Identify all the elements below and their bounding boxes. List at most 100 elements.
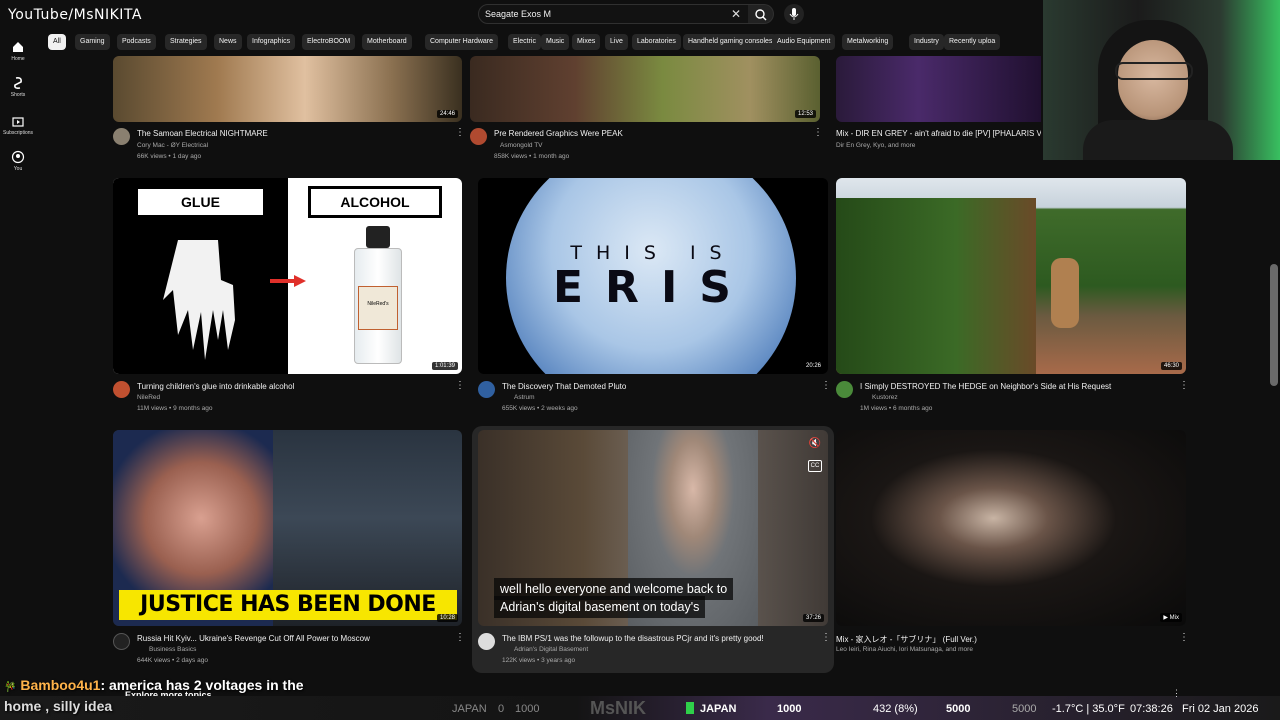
video-thumbnail[interactable]: JUSTICE HAS BEEN DONE 10:28 [113,430,462,626]
video-thumbnail[interactable]: GLUE ALCOHOL NileRed's 1:01:39 [113,178,462,374]
chat-username: Bamboo4u1 [20,677,101,693]
channel-avatar[interactable] [113,633,130,650]
video-thumbnail[interactable]: 24:46 [113,56,462,122]
clear-icon[interactable]: ✕ [728,6,744,22]
video-meta: 644K views • 2 days ago [137,657,208,664]
video-thumbnail[interactable]: well hello everyone and welcome back to … [478,430,828,626]
more-options-icon[interactable]: ⋮ [1172,688,1181,699]
video-title[interactable]: Pre Rendered Graphics Were PEAK [494,129,814,138]
chip-metalworking[interactable]: Metalworking [842,34,894,50]
video-title[interactable]: Mix - 家入レオ -「サブリナ」 (Full Ver.) [836,634,1166,645]
channel-name[interactable]: Astrum [514,394,535,401]
mute-icon[interactable]: 🔇 [808,438,822,452]
channel-avatar[interactable] [478,381,495,398]
youtube-logo[interactable]: YouTube/MsNIKITA [8,7,142,23]
channel-name[interactable]: Dir En Grey, Kyo, and more [836,142,915,149]
channel-name[interactable]: Cory Mac - ØY Electrical [137,142,208,149]
chat-badge-icon: 🎋 [4,682,17,693]
channel-name[interactable]: Leo Ieiri, Rina Aiuchi, Iori Matsunaga, … [836,646,973,653]
channel-name[interactable]: NileRed [137,394,160,401]
captions-icon[interactable]: CC [808,460,822,472]
status-time: 07:38:26 [1130,703,1173,715]
shorts-icon [14,77,22,89]
channel-avatar[interactable] [113,381,130,398]
channel-name[interactable]: Adrian's Digital Basement [514,646,588,653]
channel-name[interactable]: Asmongold TV [500,142,543,149]
sidebar-item-subscriptions[interactable]: Subscriptions [0,110,36,146]
home-icon [13,42,23,52]
more-options-icon[interactable]: ⋮ [813,127,823,138]
video-title[interactable]: The Discovery That Demoted Pluto [502,382,822,391]
video-title[interactable]: The IBM PS/1 was the followup to the dis… [502,634,822,643]
you-icon [11,150,25,164]
more-options-icon[interactable]: ⋮ [455,127,465,138]
more-options-icon[interactable]: ⋮ [455,380,465,391]
more-options-icon[interactable]: ⋮ [821,380,831,391]
chip-podcasts[interactable]: Podcasts [117,34,156,50]
search-button[interactable] [748,4,774,24]
video-title[interactable]: Russia Hit Kyiv... Ukraine's Revenge Cut… [137,634,457,643]
closed-caption-line: Adrian's digital basement on today's [494,596,706,618]
video-thumbnail[interactable] [836,56,1041,122]
scrollbar-thumb[interactable] [1270,264,1278,386]
chip-infographics[interactable]: Infographics [247,34,296,50]
video-thumbnail[interactable]: 12:53 [470,56,820,122]
chip-music[interactable]: Music [541,34,570,50]
subscriptions-icon [12,117,24,127]
chip-electroboom[interactable]: ElectroBOOM [302,34,356,50]
mix-badge: ▶ Mix [1160,613,1182,622]
video-meta: 11M views • 9 months ago [137,405,213,412]
chip-motherboard[interactable]: Motherboard [362,34,412,50]
sidebar-item-you[interactable]: You [0,146,36,182]
chip-live[interactable]: Live [605,34,628,50]
chip-strategies[interactable]: Strategies [165,34,207,50]
chip-gaming[interactable]: Gaming [75,34,110,50]
video-meta: 1M views • 6 months ago [860,405,933,412]
sidebar-item-label: You [13,166,23,172]
channel-name[interactable]: Business Basics [149,646,196,653]
video-title[interactable]: Turning children's glue into drinkable a… [137,382,457,391]
search-box[interactable] [478,4,750,24]
more-options-icon[interactable]: ⋮ [455,632,465,643]
more-options-icon[interactable]: ⋮ [1179,380,1189,391]
chip-audio-equipment[interactable]: Audio Equipment [772,34,836,50]
video-meta: 655K views • 2 weeks ago [502,405,578,412]
sidebar-item-home[interactable]: Home [0,36,36,72]
chip-recently-uploa[interactable]: Recently uploa [944,34,1001,50]
channel-avatar[interactable] [836,381,853,398]
channel-avatar[interactable] [478,633,495,650]
chip-industry[interactable]: Industry [909,34,944,50]
channel-avatar[interactable] [113,128,130,145]
video-title[interactable]: Mix - DIR EN GREY - ain't afraid to die … [836,129,1041,138]
duration-badge: 46:30 [1160,362,1182,370]
webcam-overlay [1043,0,1280,160]
mini-sidebar: Home Shorts Subscriptions You [0,32,36,182]
more-options-icon[interactable]: ⋮ [1179,632,1189,643]
search-icon [755,9,767,21]
video-thumbnail[interactable]: 46:30 [836,178,1186,374]
sidebar-item-shorts[interactable]: Shorts [0,72,36,108]
video-title[interactable]: The Samoan Electrical NIGHTMARE [137,129,457,138]
bottle-image: NileRed's [350,226,406,366]
status-date: Fri 02 Jan 2026 [1182,703,1259,715]
chip-mixes[interactable]: Mixes [572,34,601,50]
video-thumbnail[interactable]: THIS IS ERIS 20:26 [478,178,828,374]
channel-name[interactable]: Kustorez [872,394,898,401]
chip-computer-hardware[interactable]: Computer Hardware [425,34,499,50]
video-title[interactable]: I Simply DESTROYED The HEDGE on Neighbor… [860,382,1180,391]
voice-search-button[interactable] [784,4,804,24]
status-japan-2: JAPAN [700,703,737,715]
duration-badge: 10:28 [436,614,458,622]
more-options-icon[interactable]: ⋮ [821,632,831,643]
search-input[interactable] [485,7,725,21]
thumb-label-glue: GLUE [138,189,263,215]
status-temperature: -1.7°C | 35.0°F [1052,703,1125,715]
channel-avatar[interactable] [470,128,487,145]
chip-news[interactable]: News [214,34,242,50]
chip-electric[interactable]: Electric [508,34,541,50]
chip-handheld-gaming-consoles[interactable]: Handheld gaming consoles [683,34,778,50]
streamer-face-image [1118,40,1188,120]
chip-all[interactable]: All [48,34,66,50]
chip-laboratories[interactable]: Laboratories [632,34,681,50]
video-thumbnail[interactable]: ▶ Mix [836,430,1186,626]
